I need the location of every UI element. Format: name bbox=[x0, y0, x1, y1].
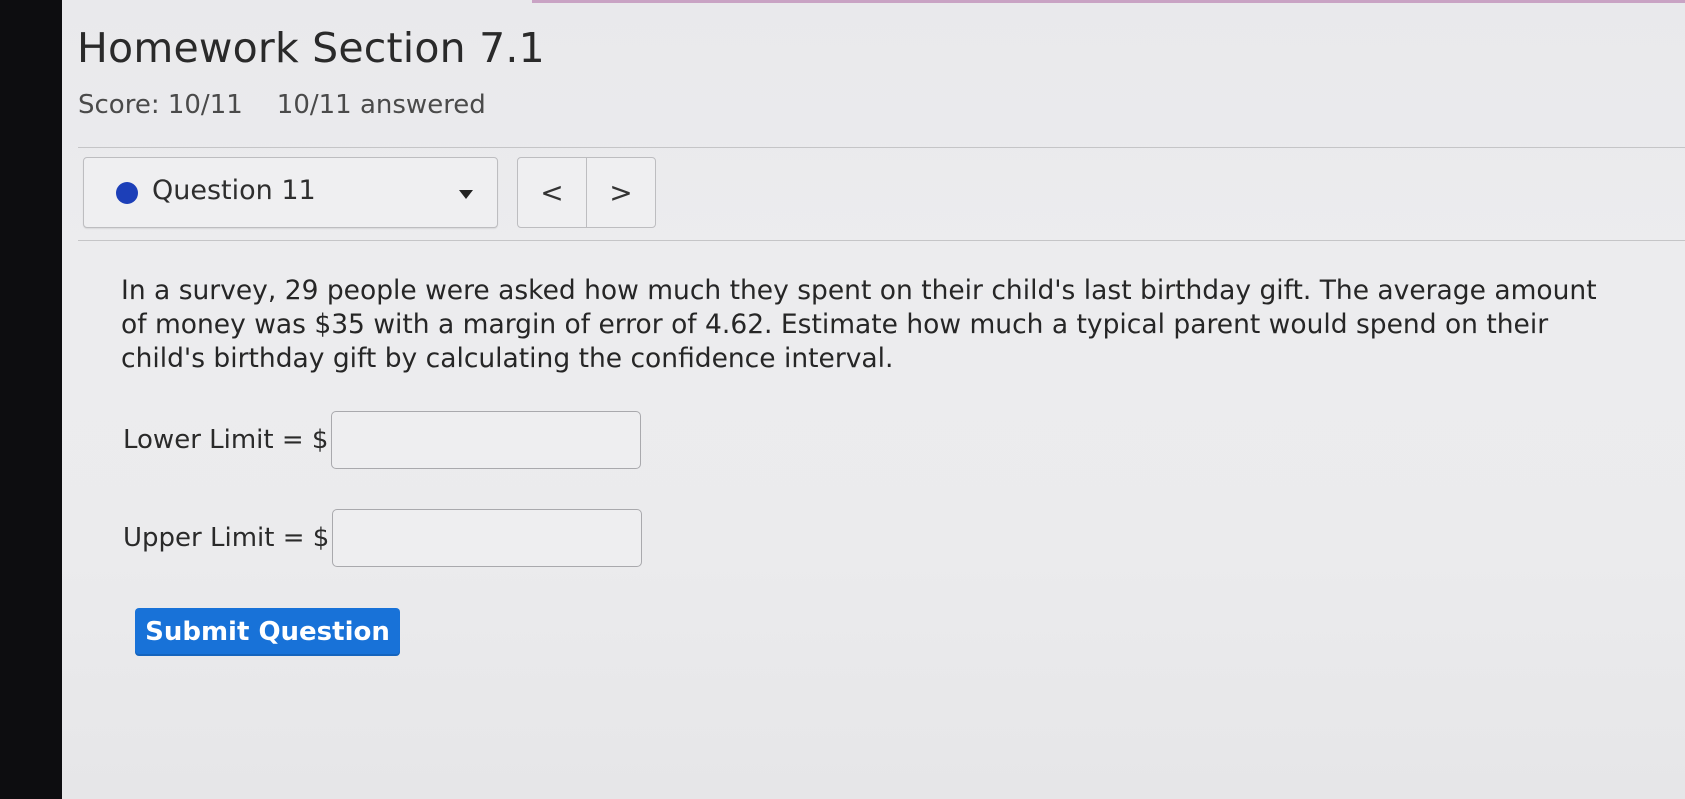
previous-question-button[interactable]: < bbox=[518, 158, 587, 227]
answered-count: 10/11 answered bbox=[276, 90, 486, 120]
next-question-button[interactable]: > bbox=[587, 158, 655, 227]
score-text: Score: 10/11 bbox=[78, 90, 243, 120]
caret-down-icon bbox=[459, 190, 473, 199]
page-title: Homework Section 7.1 bbox=[77, 24, 545, 72]
upper-limit-row: Upper Limit = $ bbox=[123, 509, 643, 567]
top-accent-bar bbox=[532, 0, 1685, 3]
score-line: Score: 10/11 10/11 answered bbox=[78, 90, 486, 120]
question-pager: < > bbox=[517, 157, 656, 228]
upper-limit-label: Upper Limit = $ bbox=[123, 523, 330, 553]
question-status-dot-icon bbox=[116, 182, 138, 204]
question-selector-label: Question 11 bbox=[152, 175, 316, 206]
lower-limit-input[interactable] bbox=[331, 411, 642, 469]
submit-question-button[interactable]: Submit Question bbox=[135, 608, 400, 656]
homework-page: Homework Section 7.1 Score: 10/11 10/11 a… bbox=[62, 0, 1685, 799]
question-selector[interactable]: Question 11 bbox=[83, 157, 498, 228]
divider bbox=[78, 147, 1685, 148]
upper-limit-input[interactable] bbox=[332, 509, 643, 567]
lower-limit-label: Lower Limit = $ bbox=[123, 425, 329, 455]
divider bbox=[78, 240, 1685, 241]
lower-limit-row: Lower Limit = $ bbox=[123, 411, 642, 469]
question-text: In a survey, 29 people were asked how mu… bbox=[121, 275, 1597, 374]
